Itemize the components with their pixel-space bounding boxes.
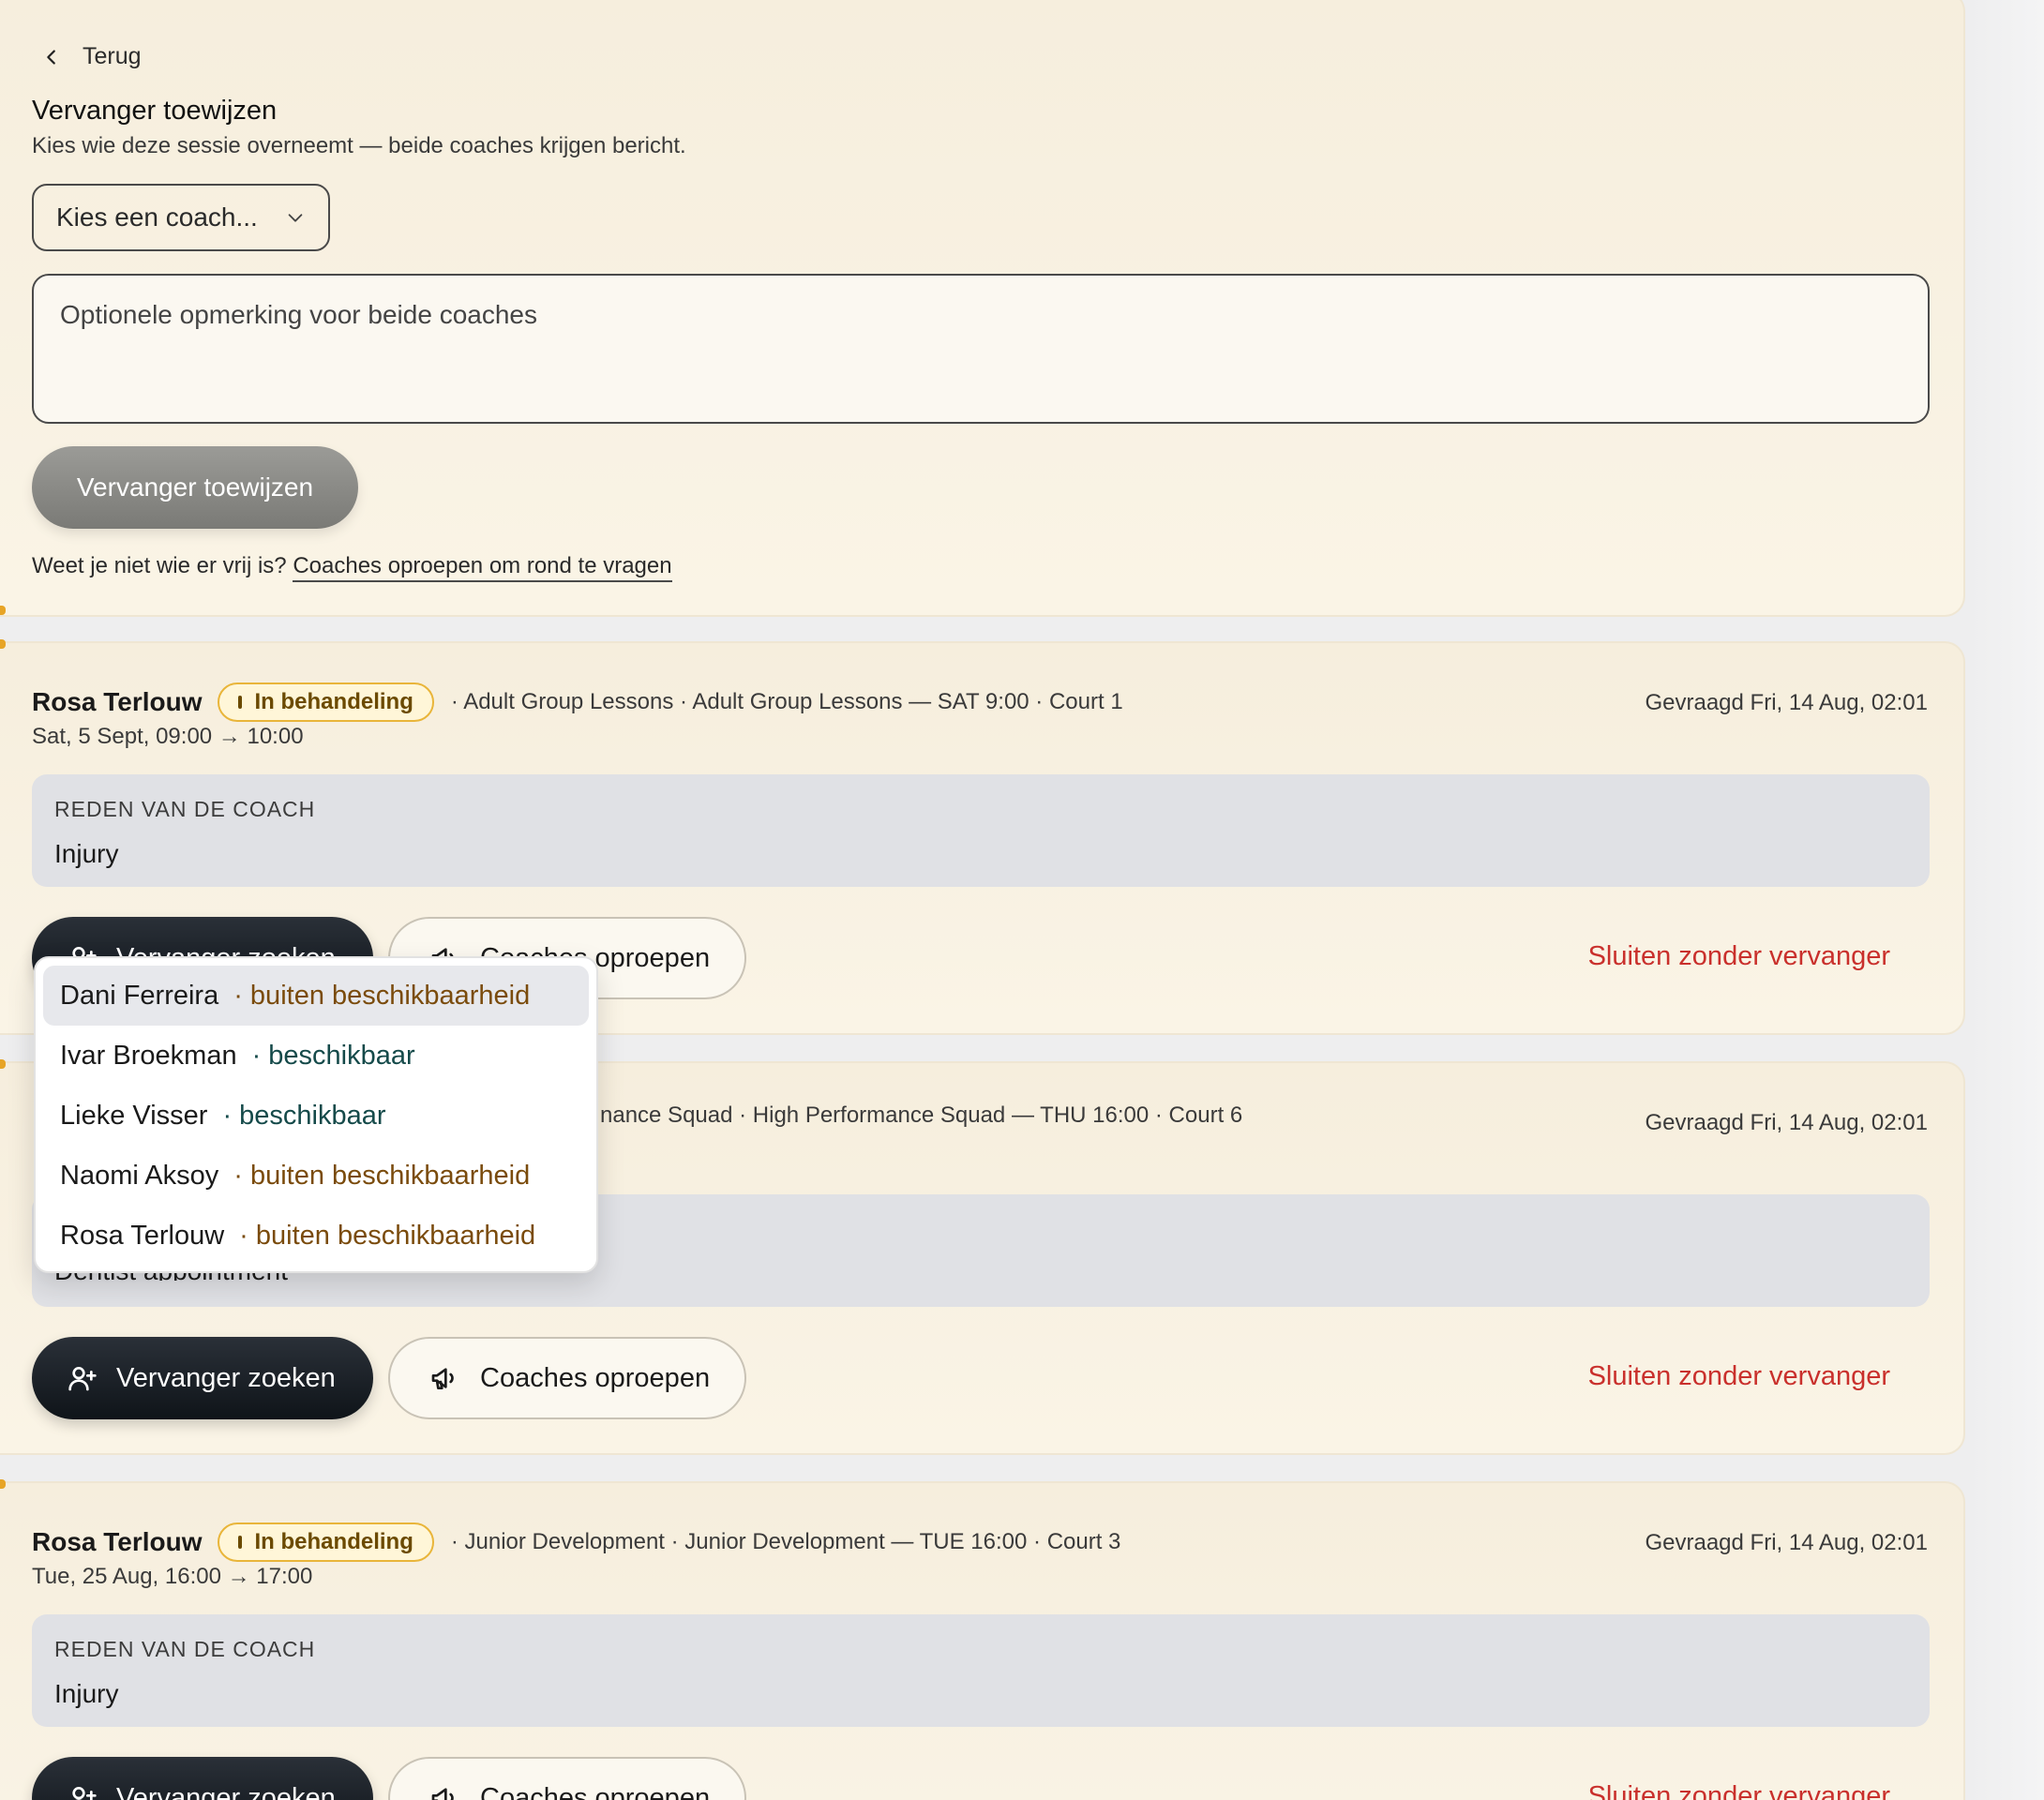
find-substitute-label: Vervanger zoeken: [116, 1362, 336, 1393]
session-meta: · Junior Development · Junior Developmen…: [450, 1529, 1121, 1554]
find-substitute-button[interactable]: Vervanger zoeken: [32, 1337, 373, 1419]
panel-title: Vervanger toewijzen: [32, 96, 278, 126]
call-coaches-button[interactable]: Coaches oproepen: [388, 1757, 746, 1800]
coach-name: Rosa Terlouw: [32, 1527, 203, 1556]
dropdown-option[interactable]: Dani Ferreira · buiten beschikbaarheid: [43, 966, 589, 1026]
reason-label: REDEN VAN DE COACH: [54, 797, 316, 821]
user-plus-icon: [72, 1787, 97, 1800]
chevron-down-icon: [288, 214, 303, 222]
call-coaches-label: Coaches oproepen: [480, 1782, 711, 1800]
status-label: In behandeling: [254, 1529, 413, 1554]
session-date: Sat, 5 Sept, 09:00 → 10:00: [32, 724, 304, 749]
dropdown-option[interactable]: Naomi Aksoy · buiten beschikbaarheid: [43, 1146, 589, 1206]
card-accent: [0, 606, 6, 615]
find-substitute-label: Vervanger zoeken: [116, 1782, 336, 1800]
option-status: · beschikbaar: [251, 1040, 415, 1071]
option-status: · beschikbaar: [222, 1100, 386, 1131]
chevron-left-icon: [47, 49, 55, 65]
user-plus-icon: [68, 1367, 97, 1391]
reason-text: Injury: [54, 839, 119, 868]
option-name: Rosa Terlouw: [60, 1220, 225, 1251]
card-accent: [0, 639, 6, 649]
megaphone-icon: [431, 1368, 454, 1389]
request-header: Rosa Terlouw In behandeling · Adult Grou…: [32, 682, 1123, 722]
remark-textarea[interactable]: Optionele opmerking voor beide coaches: [32, 274, 1930, 424]
reason-box: REDEN VAN DE COACH Injury: [32, 774, 1930, 887]
option-status: · buiten beschikbaarheid: [239, 1220, 536, 1251]
status-badge: In behandeling: [217, 682, 434, 722]
session-meta: · Adult Group Lessons · Adult Group Less…: [450, 689, 1123, 714]
assign-button[interactable]: Vervanger toewijzen: [32, 446, 358, 529]
request-card: Rosa Terlouw In behandeling · Junior Dev…: [0, 1479, 1965, 1800]
requested-at: Gevraagd Fri, 14 Aug, 02:01: [1645, 690, 1928, 715]
call-coaches-label: Coaches oproepen: [480, 1362, 711, 1393]
status-badge: In behandeling: [217, 1522, 434, 1562]
session-date: Tue, 25 Aug, 16:00 → 17:00: [32, 1564, 313, 1589]
assign-panel: Terug Vervanger toewijzen Kies wie deze …: [0, 0, 1965, 617]
requested-at: Gevraagd Fri, 14 Aug, 02:01: [1645, 1530, 1928, 1555]
remark-placeholder: Optionele opmerking voor beide coaches: [60, 300, 537, 329]
dropdown-option[interactable]: Rosa Terlouw · buiten beschikbaarheid: [43, 1206, 589, 1266]
option-status: · buiten beschikbaarheid: [233, 980, 531, 1011]
reason-label: REDEN VAN DE COACH: [54, 1637, 316, 1661]
alert-icon: [237, 696, 242, 709]
call-coaches-button[interactable]: Coaches oproepen: [388, 1337, 746, 1419]
coach-select-value: Kies een coach...: [56, 202, 258, 232]
page-gutter: [1969, 0, 2044, 1800]
reason-box: REDEN VAN DE COACH Injury: [32, 1614, 1930, 1727]
dropdown-option[interactable]: Ivar Broekman · beschikbaar: [43, 1026, 589, 1086]
requested-at: Gevraagd Fri, 14 Aug, 02:01: [1645, 1110, 1928, 1135]
hint-label: Weet je niet wie er vrij is?: [32, 553, 293, 578]
close-without-substitute-button[interactable]: Sluiten zonder vervanger: [1588, 1361, 1890, 1392]
hint-text: Weet je niet wie er vrij is? Coaches opr…: [32, 553, 672, 582]
request-header: nance Squad · High Performance Squad — T…: [598, 1102, 1242, 1129]
call-coaches-link[interactable]: Coaches oproepen om rond te vragen: [293, 553, 672, 582]
option-name: Lieke Visser: [60, 1100, 208, 1131]
back-link[interactable]: Terug: [41, 43, 142, 70]
option-status: · buiten beschikbaarheid: [233, 1160, 531, 1191]
back-label: Terug: [83, 43, 142, 69]
session-meta: nance Squad · High Performance Squad — T…: [600, 1102, 1243, 1128]
close-without-substitute-button[interactable]: Sluiten zonder vervanger: [1588, 1781, 1890, 1800]
option-name: Naomi Aksoy: [60, 1160, 219, 1191]
option-name: Ivar Broekman: [60, 1040, 237, 1071]
megaphone-icon: [431, 1788, 454, 1800]
substitute-dropdown: Dani Ferreira · buiten beschikbaarheid I…: [34, 956, 598, 1273]
coach-name: Rosa Terlouw: [32, 687, 203, 716]
reason-text: Injury: [54, 1679, 119, 1708]
alert-icon: [237, 1536, 242, 1549]
option-name: Dani Ferreira: [60, 980, 219, 1011]
close-without-substitute-button[interactable]: Sluiten zonder vervanger: [1588, 941, 1890, 972]
page: Terug Vervanger toewijzen Kies wie deze …: [0, 0, 1969, 1800]
find-substitute-button[interactable]: Vervanger zoeken: [32, 1757, 373, 1800]
request-header: Rosa Terlouw In behandeling · Junior Dev…: [32, 1522, 1120, 1562]
card-accent: [0, 1479, 6, 1489]
status-label: In behandeling: [254, 689, 413, 714]
coach-select[interactable]: Kies een coach...: [32, 184, 330, 251]
dropdown-option[interactable]: Lieke Visser · beschikbaar: [43, 1086, 589, 1146]
panel-subtitle: Kies wie deze sessie overneemt — beide c…: [32, 133, 686, 158]
card-accent: [0, 1059, 6, 1069]
